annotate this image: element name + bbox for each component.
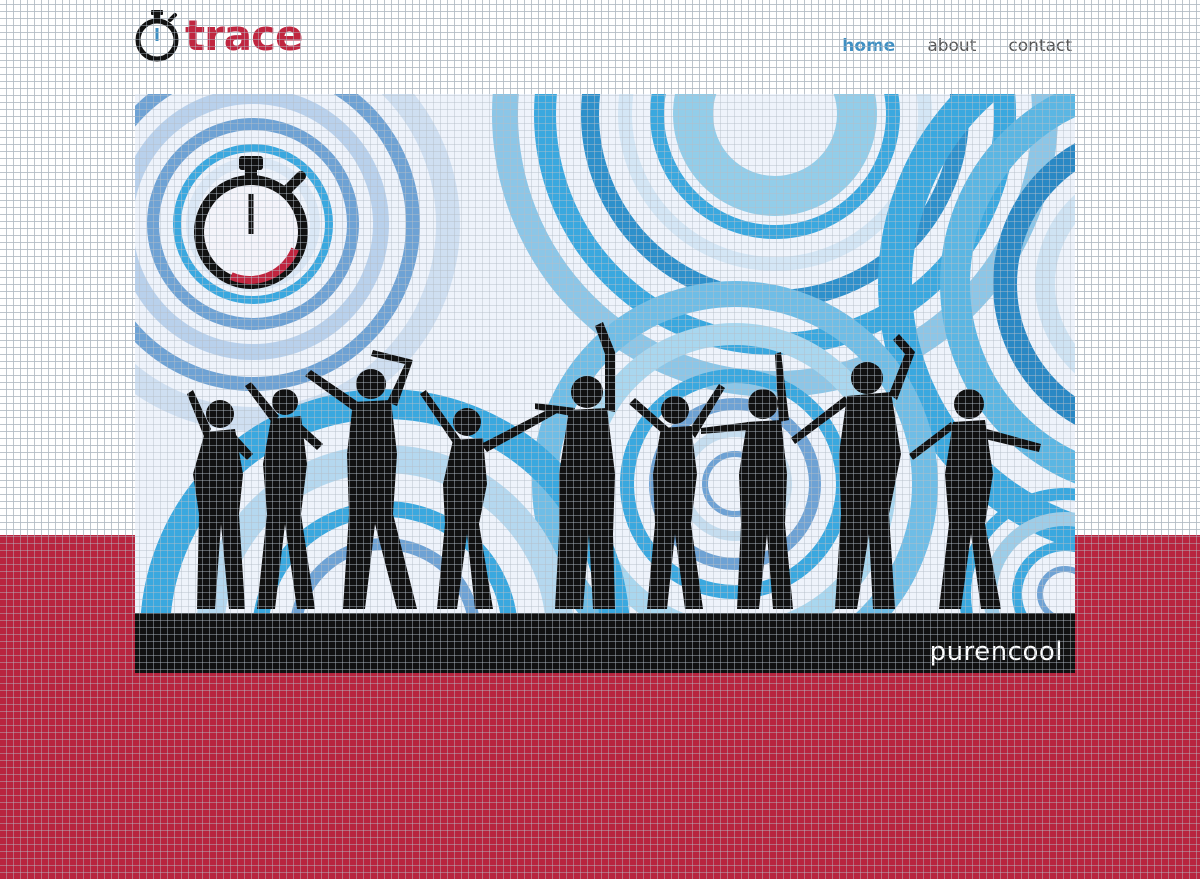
nav-home-link[interactable]: home: [842, 36, 895, 56]
hero-caption: purencool: [929, 637, 1063, 667]
site-header: trace home about contact: [0, 0, 1200, 90]
site-logo[interactable]: trace: [133, 8, 304, 64]
hero-banner: purencool: [135, 94, 1075, 673]
nav-about-link[interactable]: about: [927, 36, 976, 56]
hero-illustration: [135, 94, 1075, 673]
caption-bar: purencool: [135, 613, 1075, 673]
logo-wordmark: trace: [185, 11, 304, 60]
nav-contact-link[interactable]: contact: [1008, 36, 1072, 56]
stopwatch-icon: [135, 10, 179, 62]
main-nav: home about contact: [842, 36, 1072, 56]
